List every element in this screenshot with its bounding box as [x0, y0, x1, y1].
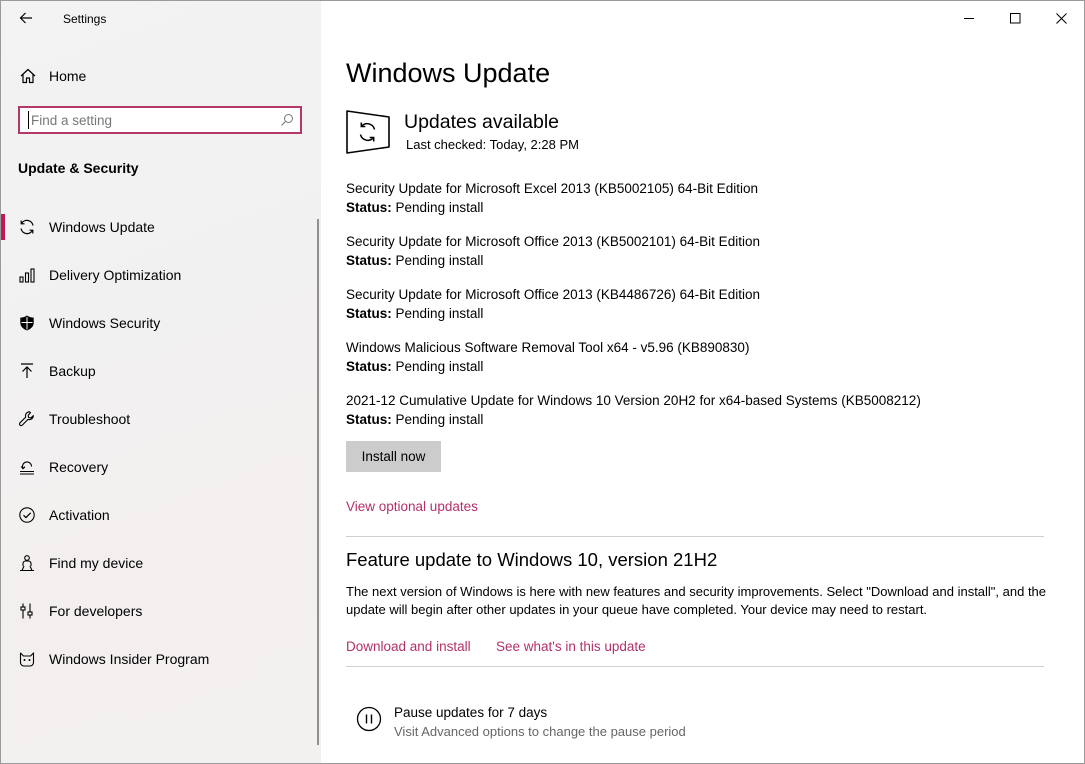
- sidebar-item-windows-update[interactable]: Windows Update: [1, 203, 317, 251]
- sidebar-item-activation[interactable]: Activation: [1, 491, 317, 539]
- status-value: Pending install: [395, 359, 484, 374]
- pause-updates-button[interactable]: Pause updates for 7 days: [394, 705, 547, 720]
- sidebar: Settings Home Update & Security: [1, 1, 321, 763]
- minimize-button[interactable]: [946, 1, 992, 35]
- update-name: Security Update for Microsoft Office 201…: [346, 234, 760, 249]
- insider-cat-icon: [19, 652, 35, 667]
- person-pin-icon: [20, 555, 34, 572]
- update-status-icon: [346, 110, 390, 154]
- last-checked: Last checked: Today, 2:28 PM: [406, 137, 579, 152]
- upload-arrow-icon: [21, 363, 33, 378]
- recovery-icon: [20, 461, 34, 475]
- list-item: Security Update for Microsoft Office 201…: [346, 285, 1066, 338]
- update-name: 2021-12 Cumulative Update for Windows 10…: [346, 393, 921, 408]
- search-icon[interactable]: [280, 113, 294, 127]
- home-label: Home: [49, 68, 87, 84]
- sidebar-item-for-developers[interactable]: For developers: [1, 587, 317, 635]
- sidebar-item-label: Recovery: [49, 459, 109, 475]
- update-name: Security Update for Microsoft Excel 2013…: [346, 181, 758, 196]
- install-now-button[interactable]: Install now: [346, 441, 441, 472]
- maximize-icon: [1009, 12, 1020, 23]
- caption-buttons: [946, 1, 1084, 35]
- list-item: Security Update for Microsoft Excel 2013…: [346, 179, 1066, 232]
- sidebar-item-delivery-optimization[interactable]: Delivery Optimization: [1, 251, 317, 299]
- status-label: Status:: [346, 412, 392, 427]
- sidebar-item-label: Delivery Optimization: [49, 267, 182, 283]
- update-name: Security Update for Microsoft Office 201…: [346, 287, 760, 302]
- section-title: Update & Security: [18, 160, 139, 176]
- sidebar-item-backup[interactable]: Backup: [1, 347, 317, 395]
- sidebar-item-recovery[interactable]: Recovery: [1, 443, 317, 491]
- home-icon: [20, 68, 36, 84]
- sidebar-item-label: Troubleshoot: [49, 411, 131, 427]
- sidebar-item-windows-security[interactable]: Windows Security: [1, 299, 317, 347]
- minimize-icon: [963, 17, 974, 19]
- pause-updates-subtitle: Visit Advanced options to change the pau…: [394, 724, 686, 739]
- view-optional-updates-link[interactable]: View optional updates: [346, 499, 478, 514]
- sidebar-nav: Windows Update Delivery Optimization Win…: [1, 203, 317, 683]
- app-title: Settings: [63, 12, 107, 26]
- wrench-icon: [19, 411, 34, 427]
- download-and-install-link[interactable]: Download and install: [346, 639, 471, 654]
- status-label: Status:: [346, 359, 392, 374]
- update-list: Security Update for Microsoft Excel 2013…: [346, 179, 1066, 444]
- sidebar-item-windows-insider-program[interactable]: Windows Insider Program: [1, 635, 317, 683]
- status-value: Pending install: [395, 306, 484, 321]
- status-label: Status:: [346, 200, 392, 215]
- status-value: Pending install: [395, 200, 484, 215]
- search-box[interactable]: [18, 106, 302, 134]
- developer-sliders-icon: [20, 603, 33, 619]
- main-content: Windows Update Updates available Last ch…: [321, 1, 1084, 763]
- status-label: Status:: [346, 306, 392, 321]
- status-label: Status:: [346, 253, 392, 268]
- update-status: Status: Pending install: [346, 357, 1066, 376]
- sidebar-item-label: Windows Security: [49, 315, 161, 331]
- list-item: Windows Malicious Software Removal Tool …: [346, 338, 1066, 391]
- delivery-optimization-icon: [19, 268, 35, 283]
- close-button[interactable]: [1038, 1, 1084, 35]
- sidebar-item-label: Windows Insider Program: [49, 651, 210, 667]
- update-status: Status: Pending install: [346, 251, 1066, 270]
- status-heading: Updates available: [404, 111, 560, 133]
- whats-in-update-link[interactable]: See what's in this update: [496, 639, 646, 654]
- sidebar-item-find-my-device[interactable]: Find my device: [1, 539, 317, 587]
- divider: [346, 536, 1044, 537]
- close-icon: [1055, 12, 1067, 24]
- checkmark-circle-icon: [19, 507, 35, 523]
- back-button[interactable]: [13, 6, 39, 30]
- pause-icon[interactable]: [356, 706, 382, 732]
- list-item: 2021-12 Cumulative Update for Windows 10…: [346, 391, 1066, 444]
- divider: [346, 666, 1044, 667]
- active-indicator: [1, 214, 5, 240]
- title-bar: Settings: [1, 1, 321, 35]
- update-name: Windows Malicious Software Removal Tool …: [346, 340, 750, 355]
- status-value: Pending install: [395, 412, 484, 427]
- maximize-button[interactable]: [992, 1, 1038, 35]
- sidebar-item-label: Backup: [49, 363, 96, 379]
- feature-update-title: Feature update to Windows 10, version 21…: [346, 549, 718, 570]
- update-status: Status: Pending install: [346, 410, 1066, 429]
- list-item: Security Update for Microsoft Office 201…: [346, 232, 1066, 285]
- status-value: Pending install: [395, 253, 484, 268]
- sidebar-item-label: Windows Update: [49, 219, 155, 235]
- sidebar-item-label: For developers: [49, 603, 143, 619]
- update-status: Status: Pending install: [346, 304, 1066, 323]
- sidebar-scrollbar[interactable]: [317, 219, 319, 745]
- update-status: Status: Pending install: [346, 198, 1066, 217]
- sidebar-item-label: Find my device: [49, 555, 144, 571]
- feature-update-description: The next version of Windows is here with…: [346, 584, 1047, 617]
- back-arrow-icon: [19, 12, 32, 24]
- shield-icon: [20, 315, 34, 331]
- sidebar-home[interactable]: Home: [1, 59, 317, 91]
- search-input[interactable]: [28, 111, 271, 129]
- settings-window: Settings Home Update & Security: [0, 0, 1085, 764]
- sidebar-item-label: Activation: [49, 507, 110, 523]
- sync-icon: [20, 219, 34, 235]
- page-title: Windows Update: [346, 58, 551, 88]
- sidebar-item-troubleshoot[interactable]: Troubleshoot: [1, 395, 317, 443]
